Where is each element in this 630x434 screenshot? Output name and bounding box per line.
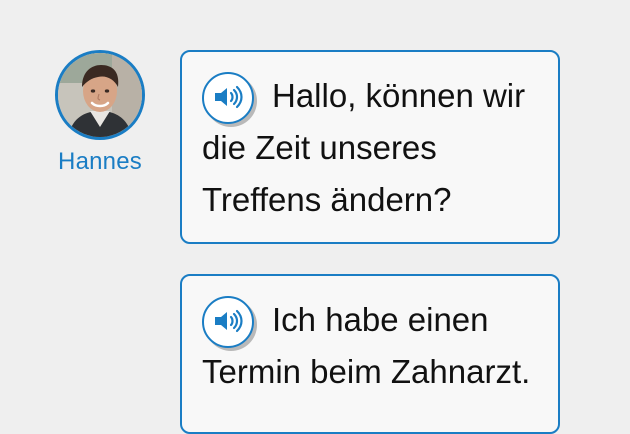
play-audio-button[interactable] (202, 72, 254, 124)
speaker-icon (215, 309, 243, 333)
play-audio-button[interactable] (202, 296, 254, 348)
avatar (55, 50, 145, 140)
speaker-icon (215, 85, 243, 109)
message-bubble: Hallo, können wir die Zeit unseres Treff… (180, 50, 560, 244)
message-bubble: Ich habe einen Termin beim Zahnarzt. (180, 274, 560, 434)
avatar-photo (58, 53, 142, 137)
speaker-name: Hannes (58, 148, 142, 175)
